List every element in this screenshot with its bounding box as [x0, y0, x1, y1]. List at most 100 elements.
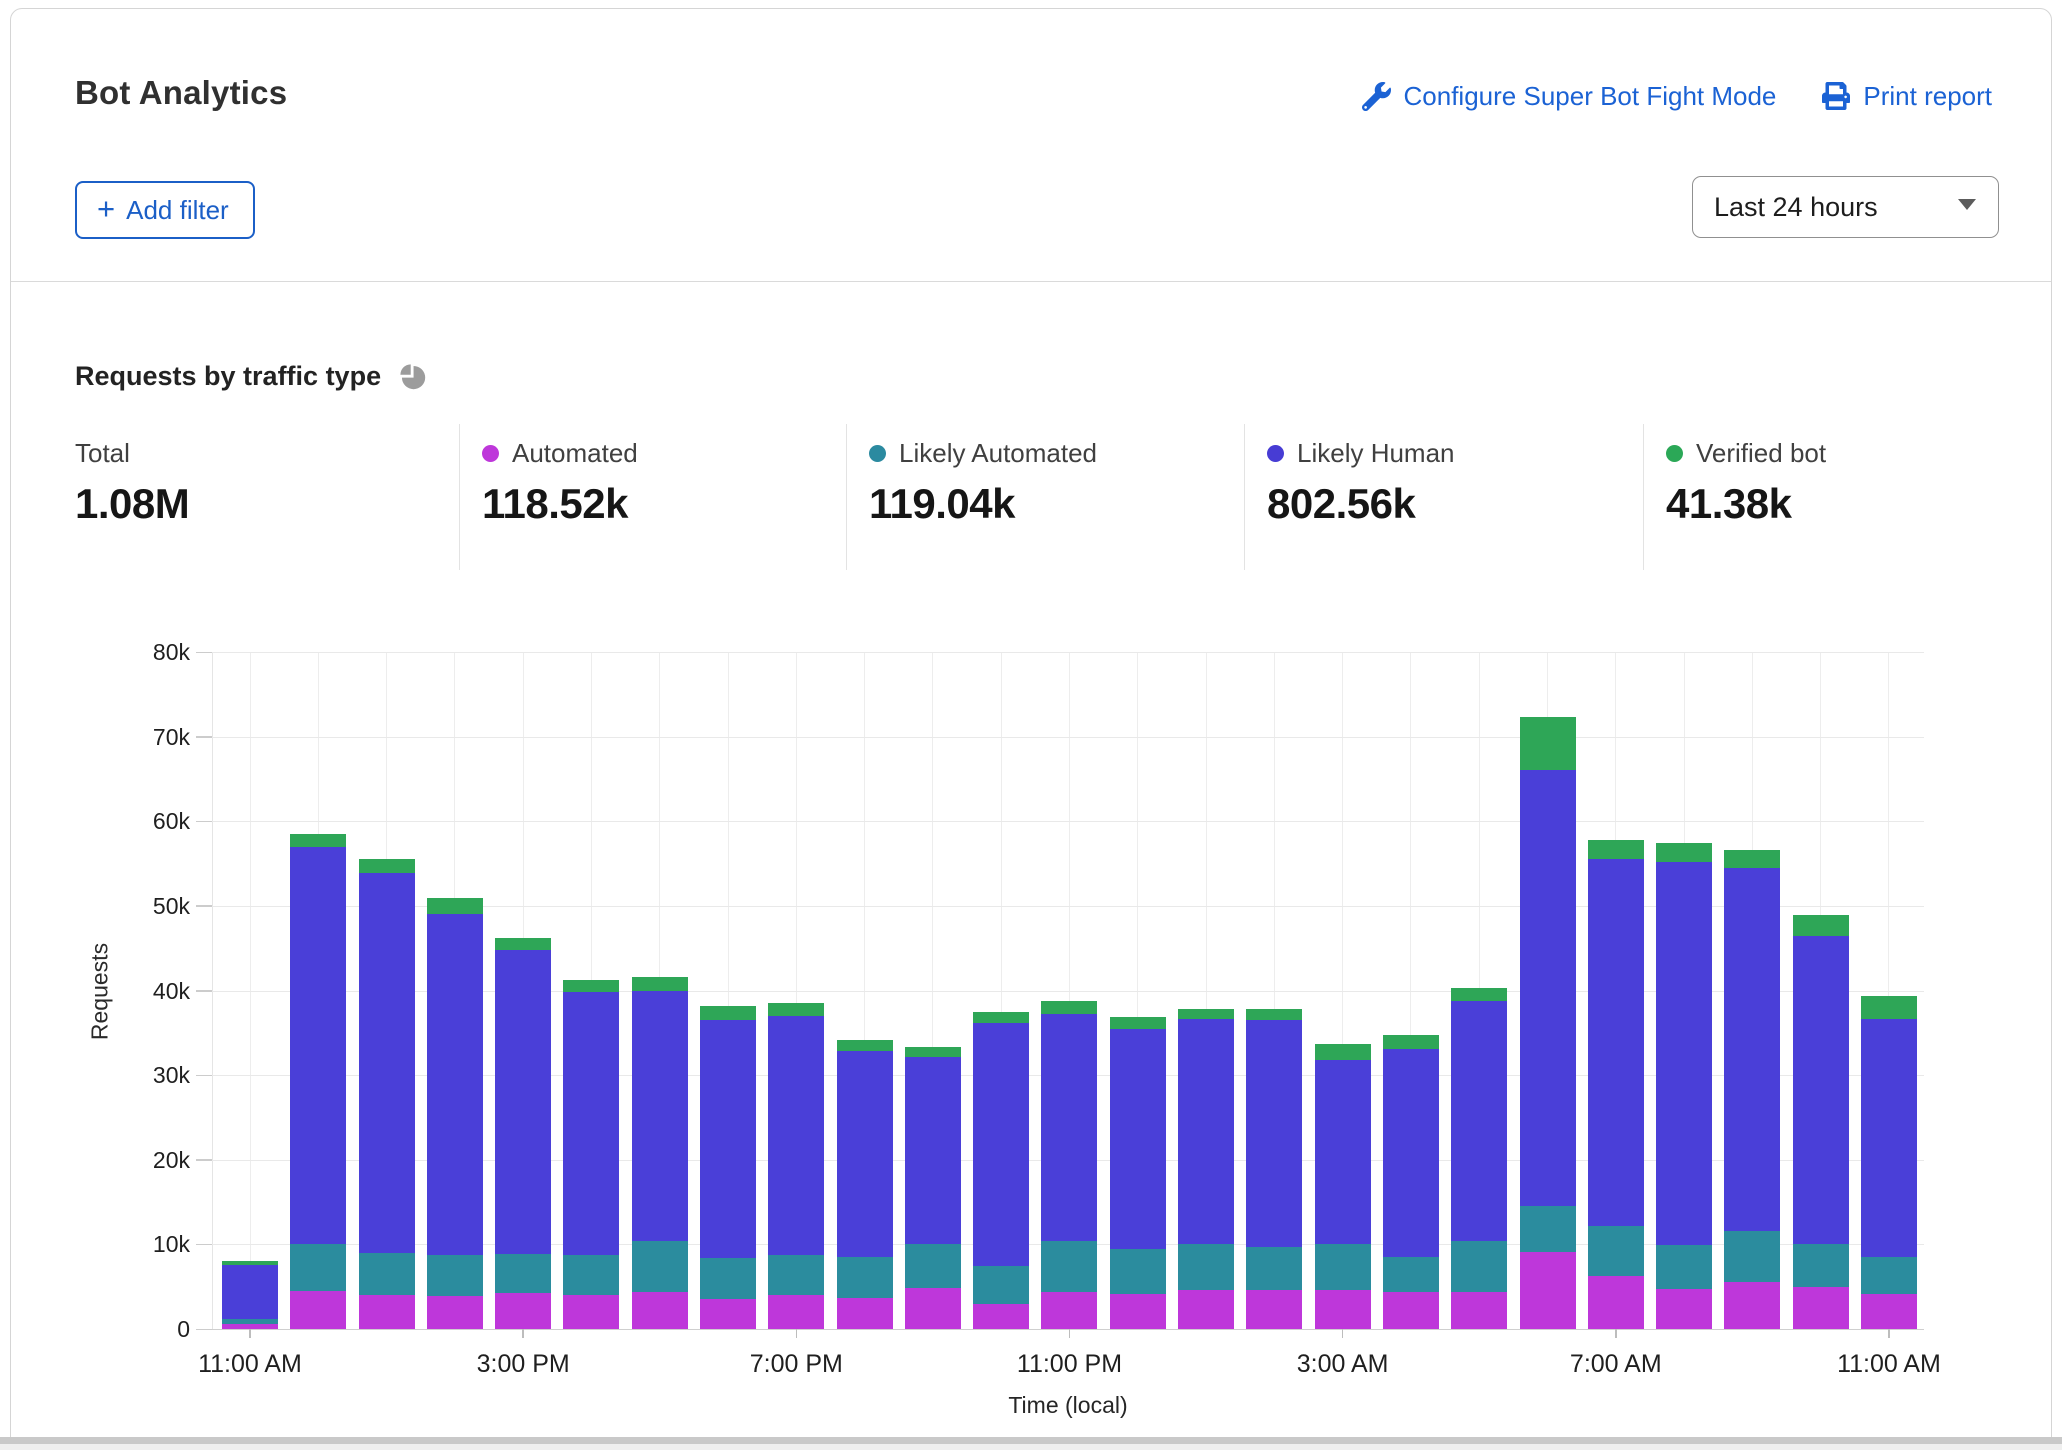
bar-segment-likely-automated[interactable]	[836, 1257, 893, 1298]
bar-segment-verified-bot[interactable]	[700, 1005, 757, 1021]
bar-segment-likely-automated[interactable]	[904, 1243, 961, 1289]
bar-segment-verified-bot[interactable]	[563, 979, 620, 993]
bar-segment-likely-automated[interactable]	[1314, 1244, 1371, 1291]
bar-segment-automated[interactable]	[1041, 1291, 1098, 1329]
bar-segment-automated[interactable]	[768, 1295, 825, 1329]
bar-segment-automated[interactable]	[1246, 1290, 1303, 1329]
bar-segment-likely-human[interactable]	[631, 991, 688, 1241]
stat-verified-bot[interactable]: Verified bot 41.38k	[1666, 438, 1826, 528]
bar-segment-likely-human[interactable]	[1382, 1048, 1439, 1258]
bar-segment-verified-bot[interactable]	[222, 1261, 278, 1265]
bar-segment-likely-human[interactable]	[1246, 1020, 1303, 1247]
bar-segment-likely-automated[interactable]	[1792, 1243, 1849, 1287]
bar-segment-likely-automated[interactable]	[290, 1244, 347, 1291]
bar-segment-automated[interactable]	[563, 1295, 620, 1329]
bar-segment-automated[interactable]	[1860, 1294, 1917, 1329]
bar-segment-automated[interactable]	[1451, 1291, 1508, 1329]
bar-segment-likely-automated[interactable]	[1178, 1244, 1235, 1291]
bar-segment-likely-automated[interactable]	[426, 1254, 483, 1296]
bar-segment-likely-automated[interactable]	[1382, 1257, 1439, 1292]
bar-segment-automated[interactable]	[1382, 1291, 1439, 1329]
bar-segment-likely-automated[interactable]	[631, 1241, 688, 1292]
bar-segment-likely-automated[interactable]	[1451, 1241, 1508, 1292]
bar-segment-likely-automated[interactable]	[1246, 1246, 1303, 1291]
bar-segment-likely-automated[interactable]	[495, 1253, 552, 1293]
add-filter-button[interactable]: + Add filter	[75, 181, 255, 239]
bar-segment-likely-human[interactable]	[1109, 1029, 1166, 1249]
bar-segment-likely-human[interactable]	[1451, 1000, 1508, 1241]
bar-segment-likely-human[interactable]	[1860, 1019, 1917, 1258]
bar-segment-verified-bot[interactable]	[1451, 987, 1508, 1001]
bar-segment-verified-bot[interactable]	[1587, 839, 1644, 859]
bar-segment-automated[interactable]	[495, 1292, 552, 1329]
configure-super-bot-fight-mode-link[interactable]: Configure Super Bot Fight Mode	[1361, 81, 1776, 112]
bar-segment-likely-human[interactable]	[700, 1020, 757, 1258]
bar-segment-likely-human[interactable]	[973, 1022, 1030, 1267]
bar-segment-verified-bot[interactable]	[973, 1011, 1030, 1023]
bar-segment-verified-bot[interactable]	[426, 898, 483, 915]
bar-segment-verified-bot[interactable]	[495, 938, 552, 950]
bar-segment-verified-bot[interactable]	[836, 1039, 893, 1051]
bar-segment-likely-human[interactable]	[904, 1056, 961, 1244]
bar-segment-verified-bot[interactable]	[1656, 843, 1713, 862]
bar-segment-verified-bot[interactable]	[1109, 1016, 1166, 1030]
bar-segment-verified-bot[interactable]	[1860, 995, 1917, 1020]
bar-segment-likely-human[interactable]	[1792, 935, 1849, 1244]
bar-segment-verified-bot[interactable]	[1519, 717, 1576, 770]
bar-segment-verified-bot[interactable]	[358, 858, 415, 873]
bar-segment-automated[interactable]	[290, 1290, 347, 1329]
bar-segment-likely-automated[interactable]	[700, 1257, 757, 1300]
bar-segment-automated[interactable]	[358, 1295, 415, 1329]
bar-segment-automated[interactable]	[700, 1299, 757, 1329]
bar-segment-likely-human[interactable]	[358, 872, 415, 1253]
bar-segment-verified-bot[interactable]	[1178, 1009, 1235, 1020]
bar-segment-likely-automated[interactable]	[222, 1318, 278, 1324]
bar-segment-automated[interactable]	[1792, 1286, 1849, 1329]
bar-segment-automated[interactable]	[1314, 1290, 1371, 1329]
bar-segment-verified-bot[interactable]	[1724, 850, 1781, 868]
bar-segment-verified-bot[interactable]	[1041, 1000, 1098, 1015]
bar-segment-automated[interactable]	[973, 1303, 1030, 1329]
bar-segment-likely-automated[interactable]	[563, 1254, 620, 1296]
bar-segment-likely-automated[interactable]	[1041, 1241, 1098, 1292]
bar-segment-automated[interactable]	[631, 1291, 688, 1329]
bar-segment-automated[interactable]	[1109, 1294, 1166, 1329]
bar-segment-verified-bot[interactable]	[768, 1003, 825, 1016]
bar-segment-likely-automated[interactable]	[1587, 1225, 1644, 1276]
bar-segment-likely-automated[interactable]	[1656, 1245, 1713, 1290]
bar-segment-likely-human[interactable]	[426, 914, 483, 1255]
bar-segment-likely-human[interactable]	[1724, 867, 1781, 1231]
bar-segment-verified-bot[interactable]	[631, 976, 688, 992]
bar-segment-likely-human[interactable]	[1314, 1059, 1371, 1245]
bar-segment-likely-human[interactable]	[1656, 861, 1713, 1246]
bar-segment-automated[interactable]	[1656, 1289, 1713, 1329]
bar-segment-automated[interactable]	[904, 1288, 961, 1329]
bar-segment-likely-human[interactable]	[1587, 858, 1644, 1226]
bar-segment-likely-human[interactable]	[768, 1015, 825, 1256]
bar-segment-automated[interactable]	[836, 1297, 893, 1329]
stat-likely-automated[interactable]: Likely Automated 119.04k	[869, 438, 1097, 528]
bar-segment-likely-automated[interactable]	[1724, 1230, 1781, 1282]
bar-segment-likely-automated[interactable]	[358, 1252, 415, 1296]
bar-segment-likely-human[interactable]	[1519, 769, 1576, 1207]
bar-segment-likely-automated[interactable]	[973, 1266, 1030, 1304]
stat-likely-human[interactable]: Likely Human 802.56k	[1267, 438, 1455, 528]
print-report-link[interactable]: Print report	[1822, 81, 1992, 112]
bar-segment-verified-bot[interactable]	[1314, 1043, 1371, 1060]
bar-segment-likely-human[interactable]	[1041, 1014, 1098, 1241]
bar-segment-likely-automated[interactable]	[768, 1255, 825, 1296]
bar-segment-verified-bot[interactable]	[1792, 915, 1849, 936]
bar-segment-automated[interactable]	[1587, 1275, 1644, 1329]
stat-automated[interactable]: Automated 118.52k	[482, 438, 638, 528]
bar-segment-likely-human[interactable]	[290, 846, 347, 1245]
bar-segment-automated[interactable]	[1178, 1290, 1235, 1329]
bar-segment-likely-human[interactable]	[495, 949, 552, 1254]
bar-segment-likely-human[interactable]	[222, 1264, 278, 1319]
bar-segment-automated[interactable]	[1724, 1281, 1781, 1329]
bar-segment-likely-automated[interactable]	[1109, 1248, 1166, 1295]
bar-segment-automated[interactable]	[1519, 1252, 1576, 1329]
bar-segment-likely-automated[interactable]	[1519, 1206, 1576, 1252]
time-range-dropdown[interactable]: Last 24 hours	[1692, 176, 1999, 238]
bar-segment-likely-human[interactable]	[1178, 1019, 1235, 1245]
bar-segment-verified-bot[interactable]	[1382, 1035, 1439, 1049]
